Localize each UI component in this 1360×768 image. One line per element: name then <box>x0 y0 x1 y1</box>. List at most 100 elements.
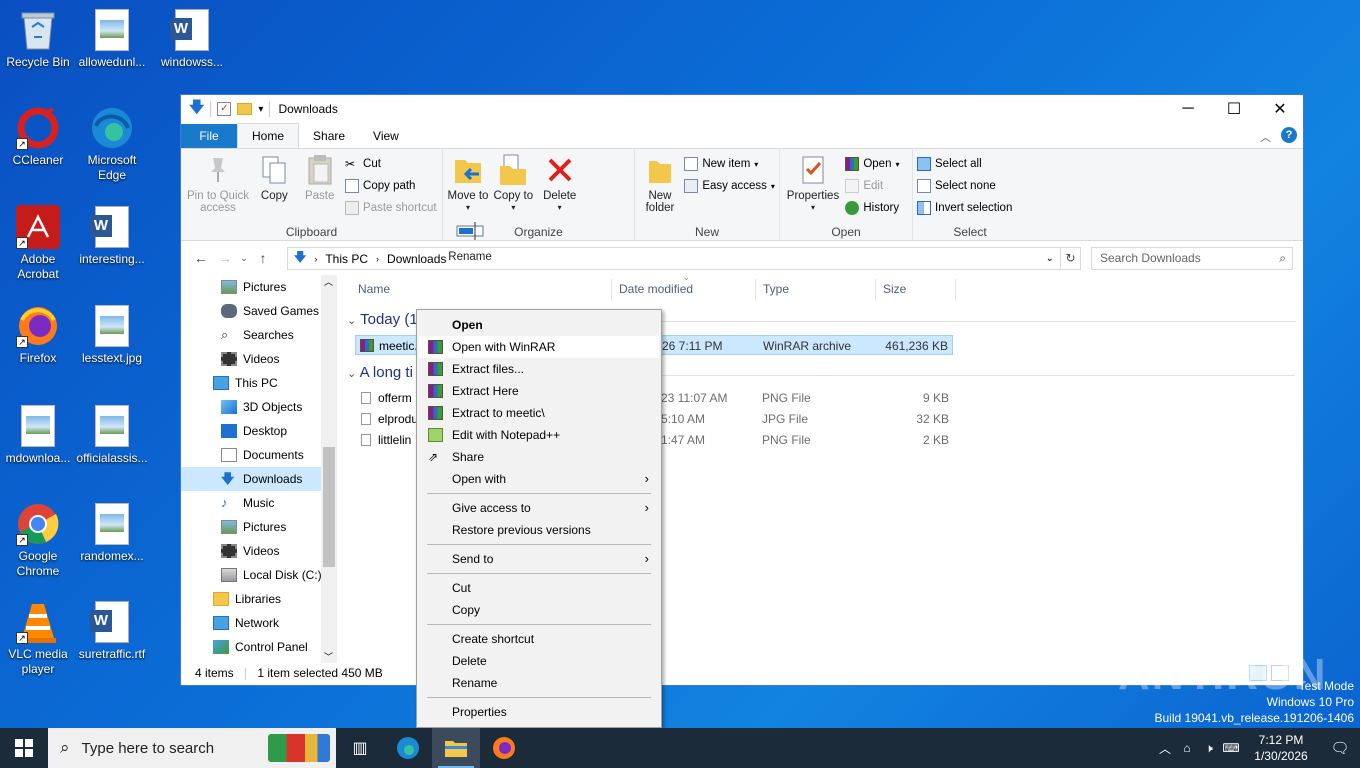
nav-item-local-disk[interactable]: Local Disk (C:) <box>181 563 337 587</box>
desktop-icon-file[interactable]: W interesting... <box>74 205 150 267</box>
menu-item-properties[interactable]: Properties <box>419 701 659 723</box>
desktop-icon-file[interactable]: lesstext.jpg <box>74 304 150 366</box>
collapse-ribbon-icon[interactable]: ︿ <box>1260 129 1271 145</box>
nav-item-downloads[interactable]: 🡇 Downloads <box>181 467 337 491</box>
new-item-button[interactable]: New item ▾ <box>684 155 775 173</box>
scroll-up-chevron-icon[interactable]: ︿ <box>324 275 333 288</box>
navigation-scrollbar[interactable]: ︿ ﹀ <box>321 275 337 663</box>
easy-access-button[interactable]: Easy access ▾ <box>684 177 775 195</box>
volume-icon[interactable]: 🕨 <box>1198 741 1220 756</box>
nav-item-pictures[interactable]: Pictures <box>181 275 337 299</box>
menu-item-extract-files[interactable]: Extract files... <box>419 358 659 380</box>
desktop-icon-file[interactable]: W windowss... <box>154 8 230 70</box>
nav-item-documents[interactable]: Documents <box>181 443 337 467</box>
taskbar-search-input[interactable]: ⌕ Type here to search <box>48 728 336 768</box>
menu-item-share[interactable]: ⇗ Share <box>419 446 659 468</box>
nav-item-videos[interactable]: Videos <box>181 539 337 563</box>
breadcrumb-this-pc[interactable]: This PC <box>325 252 368 266</box>
desktop-icon-file[interactable]: officialassis... <box>74 404 150 466</box>
address-box[interactable]: 🡇 › This PC › Downloads ⌄ <box>287 247 1061 270</box>
menu-item-create-shortcut[interactable]: Create shortcut <box>419 628 659 650</box>
tab-file[interactable]: File <box>181 124 237 148</box>
tab-home[interactable]: Home <box>237 123 300 148</box>
menu-item-copy[interactable]: Copy <box>419 599 659 621</box>
breadcrumb-downloads[interactable]: Downloads <box>387 252 446 266</box>
menu-item-send-to[interactable]: Send to › <box>419 548 659 570</box>
desktop-icon-recycle-bin[interactable]: Recycle Bin <box>0 8 76 70</box>
nav-item-3d-objects[interactable]: 3D Objects <box>181 395 337 419</box>
group-header-today[interactable]: ⌄ Today (1 <box>347 311 418 328</box>
copy-button[interactable]: Copy <box>254 153 294 202</box>
column-header-type[interactable]: Type <box>763 279 789 299</box>
clock[interactable]: 7:12 PM 1/30/2026 <box>1242 732 1320 764</box>
column-header-size[interactable]: Size <box>883 279 906 299</box>
taskbar-firefox[interactable] <box>480 728 528 768</box>
select-all-button[interactable]: Select all <box>917 155 1012 173</box>
open-button[interactable]: Open ▾ <box>845 155 900 173</box>
copy-path-button[interactable]: Copy path <box>345 177 437 195</box>
invert-selection-button[interactable]: Invert selection <box>917 199 1012 217</box>
menu-item-open-with[interactable]: Open with › <box>419 468 659 490</box>
desktop-icon-chrome[interactable]: ↗ Google Chrome <box>0 502 76 579</box>
desktop-icon-file[interactable]: W suretraffic.rtf <box>74 600 150 662</box>
keyboard-layout-icon[interactable]: ⌨ <box>1220 741 1242 755</box>
history-button[interactable]: History <box>845 199 899 217</box>
nav-item-control-panel[interactable]: Control Panel <box>181 635 337 659</box>
nav-item-videos[interactable]: Videos <box>181 347 337 371</box>
menu-item-edit-notepadpp[interactable]: Edit with Notepad++ <box>419 424 659 446</box>
nav-item-this-pc[interactable]: This PC <box>181 371 337 395</box>
nav-item-network[interactable]: Network <box>181 611 337 635</box>
recent-locations-chevron-icon[interactable]: ⌄ <box>237 253 251 264</box>
nav-item-saved-games[interactable]: Saved Games <box>181 299 337 323</box>
menu-item-extract-to[interactable]: Extract to meetic\ <box>419 402 659 424</box>
nav-item-music[interactable]: ♪ Music <box>181 491 337 515</box>
menu-item-cut[interactable]: Cut <box>419 577 659 599</box>
taskbar-edge[interactable] <box>384 728 432 768</box>
search-input[interactable]: Search Downloads ⌕ <box>1091 247 1293 270</box>
copy-to-button[interactable]: Copy to ▾ <box>492 153 534 214</box>
menu-item-restore-versions[interactable]: Restore previous versions <box>419 519 659 541</box>
desktop-icon-firefox[interactable]: ↗ Firefox <box>0 304 76 366</box>
pin-quick-access-button[interactable]: Pin to Quick access <box>185 153 251 214</box>
task-view-button[interactable]: ▥ <box>336 728 384 768</box>
desktop-icon-ccleaner[interactable]: ↗ CCleaner <box>0 106 76 168</box>
group-header-long-time-ago[interactable]: ⌄ A long ti <box>347 364 413 381</box>
delete-button[interactable]: Delete ▾ <box>538 153 582 214</box>
tab-view[interactable]: View <box>359 124 413 148</box>
taskbar-file-explorer[interactable] <box>432 728 480 768</box>
minimize-button[interactable]: ─ <box>1165 95 1211 123</box>
tab-share[interactable]: Share <box>299 124 359 148</box>
forward-arrow-icon[interactable]: → <box>213 250 237 266</box>
properties-button[interactable]: Properties ▾ <box>784 153 842 214</box>
desktop-icon-file[interactable]: allowedunl... <box>74 8 150 70</box>
scrollbar-thumb[interactable] <box>323 447 335 567</box>
desktop-icon-file[interactable]: mdownloa... <box>0 404 76 466</box>
up-arrow-icon[interactable]: ↑ <box>251 250 275 266</box>
menu-item-open[interactable]: Open <box>419 314 659 336</box>
nav-item-pictures[interactable]: Pictures <box>181 515 337 539</box>
show-hidden-icons-chevron-icon[interactable]: ︿ <box>1154 740 1176 757</box>
back-arrow-icon[interactable]: ← <box>189 250 213 266</box>
paste-shortcut-button[interactable]: Paste shortcut <box>345 199 437 217</box>
menu-item-give-access[interactable]: Give access to › <box>419 497 659 519</box>
move-to-button[interactable]: Move to ▾ <box>447 153 489 214</box>
maximize-button[interactable]: ☐ <box>1211 95 1257 123</box>
address-dropdown-chevron-icon[interactable]: ⌄ <box>1046 253 1054 264</box>
desktop-icon-edge[interactable]: Microsoft Edge <box>74 106 150 183</box>
new-folder-button[interactable]: New folder <box>639 153 681 214</box>
nav-item-searches[interactable]: ⌕ Searches <box>181 323 337 347</box>
new-folder-icon[interactable] <box>237 103 253 115</box>
nav-item-libraries[interactable]: Libraries <box>181 587 337 611</box>
column-header-name[interactable]: Name <box>358 279 390 299</box>
close-button[interactable]: ✕ <box>1257 95 1303 123</box>
notifications-icon[interactable]: 🗨 <box>1320 739 1360 757</box>
edit-button[interactable]: Edit <box>845 177 899 195</box>
cut-button[interactable]: ✂ Cut <box>345 155 437 173</box>
refresh-button[interactable]: ↻ <box>1061 247 1081 270</box>
customize-toolbar-chevron-icon[interactable]: ▾ <box>258 104 263 115</box>
help-icon[interactable]: ? <box>1281 127 1297 143</box>
desktop-icon-vlc[interactable]: ↗ VLC media player <box>0 600 76 677</box>
network-status-icon[interactable]: ⌂ <box>1176 741 1198 755</box>
menu-item-extract-here[interactable]: Extract Here <box>419 380 659 402</box>
menu-item-delete[interactable]: Delete <box>419 650 659 672</box>
